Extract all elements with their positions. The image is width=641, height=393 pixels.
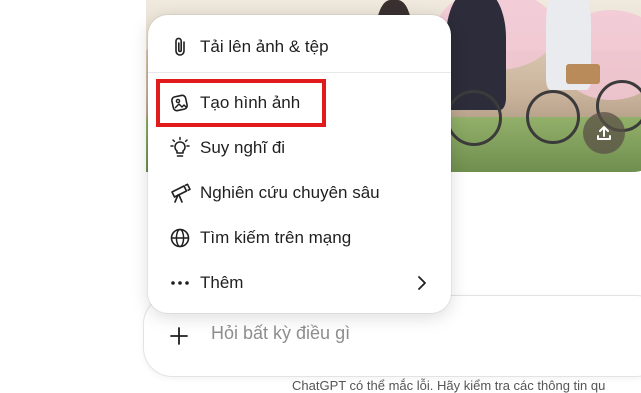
menu-item-label: Tìm kiếm trên mạng [200, 228, 352, 247]
image-basket [566, 64, 600, 84]
menu-item-label: Nghiên cứu chuyên sâu [200, 183, 380, 202]
highlight-box [156, 79, 326, 127]
more-icon [168, 271, 192, 295]
menu-item-more[interactable]: Thêm [148, 261, 451, 305]
menu-item-upload[interactable]: Tải lên ảnh & tệp [148, 25, 451, 69]
menu-item-think[interactable]: Suy nghĩ đi [148, 126, 451, 170]
upload-icon [597, 126, 611, 140]
chevron-right-icon [415, 271, 429, 295]
image-bike-wheel [446, 90, 502, 146]
attachment-menu: Tải lên ảnh & tệp Tạo hình ảnh Suy nghĩ … [148, 15, 451, 313]
globe-icon [168, 226, 192, 250]
plus-icon [170, 327, 188, 345]
menu-item-label: Suy nghĩ đi [200, 138, 286, 157]
image-bike-wheel [526, 90, 580, 144]
disclaimer-text: ChatGPT có thể mắc lỗi. Hãy kiểm tra các… [292, 378, 606, 393]
menu-item-deep-research[interactable]: Nghiên cứu chuyên sâu [148, 171, 451, 215]
lightbulb-icon [168, 136, 192, 160]
paperclip-icon [168, 35, 192, 59]
telescope-icon [168, 181, 192, 205]
menu-item-label: Thêm [200, 273, 244, 292]
menu-item-label: Tải lên ảnh & tệp [200, 37, 329, 56]
prompt-input[interactable]: Hỏi bất kỳ điều gì [211, 323, 350, 344]
share-button[interactable] [583, 112, 625, 154]
menu-item-web-search[interactable]: Tìm kiếm trên mạng [148, 216, 451, 260]
menu-divider [148, 72, 451, 73]
add-attachment-button[interactable] [157, 314, 201, 358]
